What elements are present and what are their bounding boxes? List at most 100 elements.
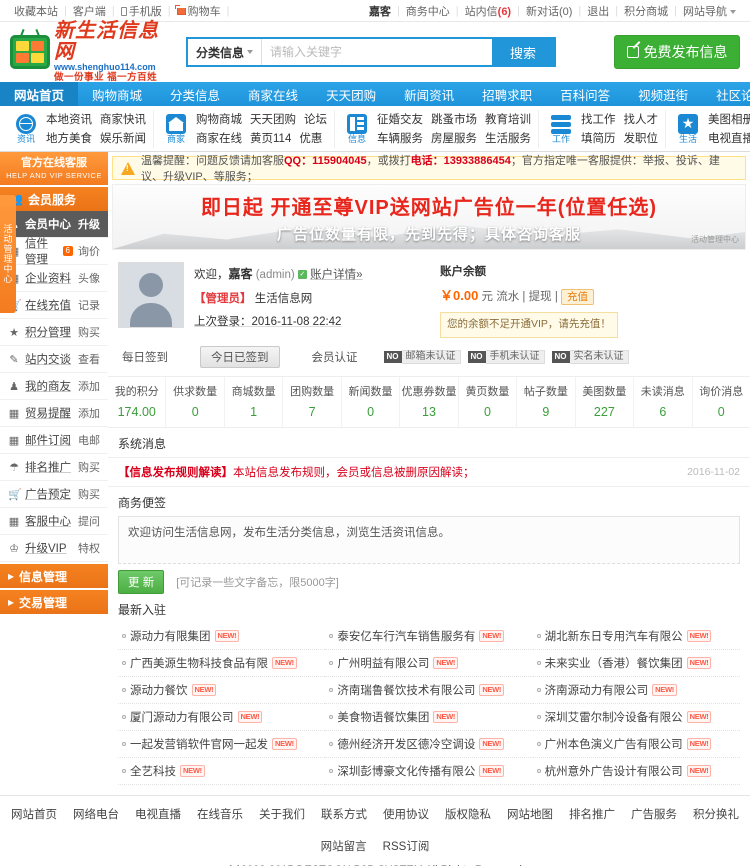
footer-link-home[interactable]: 网站首页 <box>11 806 57 822</box>
sidebar-header-info-management[interactable]: ▸ 信息管理 <box>0 564 108 589</box>
balance-flow-link[interactable]: 流水 <box>496 291 519 303</box>
footer-link-tv-live[interactable]: 电视直播 <box>135 806 181 822</box>
stat-photos[interactable]: 美图数量 227 <box>576 376 635 427</box>
logout-link[interactable]: 退出 <box>581 3 615 19</box>
list-item[interactable]: 源动力餐饮 NEW! <box>118 677 326 704</box>
link-discount[interactable]: 优惠 <box>299 130 322 146</box>
account-detail-link[interactable]: 账户详情» <box>310 269 362 281</box>
sidebar-item-points-management[interactable]: ★ 积分管理 购买 <box>0 319 108 347</box>
signed-today-button[interactable]: 今日已签到 <box>200 345 280 368</box>
stat-mall[interactable]: 商城数量 1 <box>225 376 284 427</box>
link-yellowpages[interactable]: 黄页114 <box>250 130 291 146</box>
member-auth-link[interactable]: 会员认证 <box>296 349 374 365</box>
stat-supply-demand[interactable]: 供求数量 0 <box>166 376 225 427</box>
link-forum[interactable]: 论坛 <box>304 111 327 127</box>
list-item[interactable]: 深圳艾雷尔制冷设备有限公 NEW! <box>532 704 740 731</box>
link-find-talent[interactable]: 找人才 <box>624 111 659 127</box>
sidebar-item-action[interactable]: 头像 <box>78 270 100 286</box>
sidebar-item-my-friends[interactable]: ♟ 我的商友 添加 <box>0 373 108 401</box>
search-category-select[interactable]: 分类信息 <box>188 39 261 65</box>
sidebar-item-support-center[interactable]: ▦ 客服中心 提问 <box>0 508 108 536</box>
list-item[interactable]: 广州本色演义广告有限公司 NEW! <box>532 731 740 758</box>
nav-item-qa[interactable]: 百科问答 <box>546 82 624 106</box>
list-item[interactable]: 厦门源动力有限公司 NEW! <box>118 704 326 731</box>
stat-posts[interactable]: 帖子数量 9 <box>517 376 576 427</box>
footer-link-about-us[interactable]: 关于我们 <box>259 806 305 822</box>
sidebar-item-action[interactable]: 添加 <box>78 405 100 421</box>
nav-item-news[interactable]: 新闻资讯 <box>390 82 468 106</box>
link-local-food[interactable]: 地方美食 <box>46 130 92 146</box>
status-badge-realname[interactable]: NO 实名未认证 <box>551 349 629 364</box>
nav-item-mall[interactable]: 购物商城 <box>78 82 156 106</box>
nav-item-classified[interactable]: 分类信息 <box>156 82 234 106</box>
shopping-cart-link[interactable]: 购物车 <box>171 3 227 19</box>
favorite-site-link[interactable]: 收藏本站 <box>8 3 64 19</box>
list-item[interactable]: 全艺科技 NEW! <box>118 758 326 785</box>
promotional-banner[interactable]: 即日起 开通至尊VIP送网站广告位一年(位置任选) 广告位数量有限，先到先得；具… <box>112 184 746 250</box>
nav-item-jobs[interactable]: 招聘求职 <box>468 82 546 106</box>
list-item[interactable]: 济南源动力有限公司 NEW! <box>532 677 740 704</box>
sidebar-item-action[interactable]: 添加 <box>78 378 100 394</box>
link-post-job[interactable]: 发职位 <box>624 130 659 146</box>
sidebar-item-online-recharge[interactable]: 🛒 在线充值 记录 <box>0 292 108 320</box>
list-item[interactable]: 源动力有限集团 NEW! <box>118 623 326 650</box>
list-item[interactable]: 美食物语餐饮集团 NEW! <box>325 704 533 731</box>
list-item[interactable]: 广西美源生物科技食品有限 NEW! <box>118 650 326 677</box>
site-navigation-link[interactable]: 网站导航 <box>677 3 742 19</box>
nav-item-groupbuy[interactable]: 天天团购 <box>312 82 390 106</box>
stat-unread-messages[interactable]: 未读消息 6 <box>634 376 693 427</box>
link-dating[interactable]: 征婚交友 <box>377 111 423 127</box>
nav-item-video[interactable]: 视频逛街 <box>624 82 702 106</box>
site-logo[interactable]: 新生活信息网 www.shenghuo114.com 做一份事业 福一方百姓 <box>10 21 168 82</box>
stat-news[interactable]: 新闻数量 0 <box>342 376 401 427</box>
sidebar-item-action[interactable]: 特权 <box>78 540 100 556</box>
link-education[interactable]: 教育培训 <box>485 111 531 127</box>
points-mall-link[interactable]: 积分商城 <box>618 3 674 19</box>
footer-link-terms[interactable]: 使用协议 <box>383 806 429 822</box>
activity-center-side-tab[interactable]: 活动管理中心 <box>0 195 16 313</box>
stat-yellowpages[interactable]: 黄页数量 0 <box>459 376 518 427</box>
status-badge-mobile[interactable]: NO 手机未认证 <box>467 349 545 364</box>
link-find-job[interactable]: 找工作 <box>581 111 616 127</box>
footer-link-ranking-promotion[interactable]: 排名推广 <box>569 806 615 822</box>
link-merchants-online[interactable]: 商家在线 <box>196 130 242 146</box>
link-flea-market[interactable]: 跳蚤市场 <box>431 111 477 127</box>
stat-my-points[interactable]: 我的积分 174.00 <box>108 376 167 427</box>
link-groupbuy[interactable]: 天天团购 <box>250 111 296 127</box>
sidebar-item-action[interactable]: 升级 <box>78 216 100 232</box>
link-merchant-news[interactable]: 商家快讯 <box>100 111 146 127</box>
link-entertainment-news[interactable]: 娱乐新闻 <box>100 130 146 146</box>
link-vehicle-service[interactable]: 车辆服务 <box>377 130 423 146</box>
nav-item-home[interactable]: 网站首页 <box>0 82 79 106</box>
footer-link-guestbook[interactable]: 网站留言 <box>321 838 367 854</box>
stat-coupons[interactable]: 优惠券数量 13 <box>400 376 459 427</box>
memo-update-button[interactable]: 更 新 <box>118 569 165 594</box>
footer-link-contact[interactable]: 联系方式 <box>321 806 367 822</box>
sidebar-item-action[interactable]: 购买 <box>78 459 100 475</box>
balance-withdraw-link[interactable]: 提现 <box>529 291 552 303</box>
inbox-link[interactable]: 站内信(6) <box>459 3 517 19</box>
sidebar-item-action[interactable]: 提问 <box>78 513 100 529</box>
list-item[interactable]: 未来实业（香港）餐饮集团 NEW! <box>532 650 740 677</box>
customer-service-banner[interactable]: 官方在线客服 HELP AND VIP SERVICE <box>0 152 108 186</box>
sidebar-item-action[interactable]: 购买 <box>78 324 100 340</box>
mobile-version-link[interactable]: 手机版 <box>115 3 168 19</box>
sidebar-header-trade-management[interactable]: ▸ 交易管理 <box>0 590 108 615</box>
footer-link-privacy[interactable]: 版权隐私 <box>445 806 491 822</box>
nav-item-merchants[interactable]: 商家在线 <box>234 82 312 106</box>
publish-free-info-button[interactable]: 免费发布信息 <box>614 35 740 69</box>
sidebar-item-internal-chat[interactable]: ✎ 站内交谈 查看 <box>0 346 108 374</box>
sidebar-item-ad-booking[interactable]: 🛒 广告预定 购买 <box>0 481 108 509</box>
footer-link-sitemap[interactable]: 网站地图 <box>507 806 553 822</box>
memo-textarea[interactable]: 欢迎访问生活信息网，发布生活分类信息，浏览生活资讯信息。 <box>118 515 740 564</box>
search-input[interactable] <box>261 39 492 65</box>
list-item[interactable]: 泰安亿车行汽车销售服务有 NEW! <box>325 623 533 650</box>
list-item[interactable]: 德州经济开发区德冷空调设 NEW! <box>325 731 533 758</box>
sidebar-item-action[interactable]: 记录 <box>78 297 100 313</box>
sidebar-header-member-service[interactable]: 👥 会员服务 <box>0 187 108 212</box>
nav-item-forum[interactable]: 社区论坛 <box>702 82 750 106</box>
sidebar-item-mail-subscription[interactable]: ▦ 邮件订阅 电邮 <box>0 427 108 455</box>
sidebar-item-mail-management[interactable]: ▦ 信件管理 6 询价 <box>0 238 108 266</box>
sidebar-item-action[interactable]: 电邮 <box>78 432 100 448</box>
list-item[interactable]: 广州明益有限公司 NEW! <box>325 650 533 677</box>
